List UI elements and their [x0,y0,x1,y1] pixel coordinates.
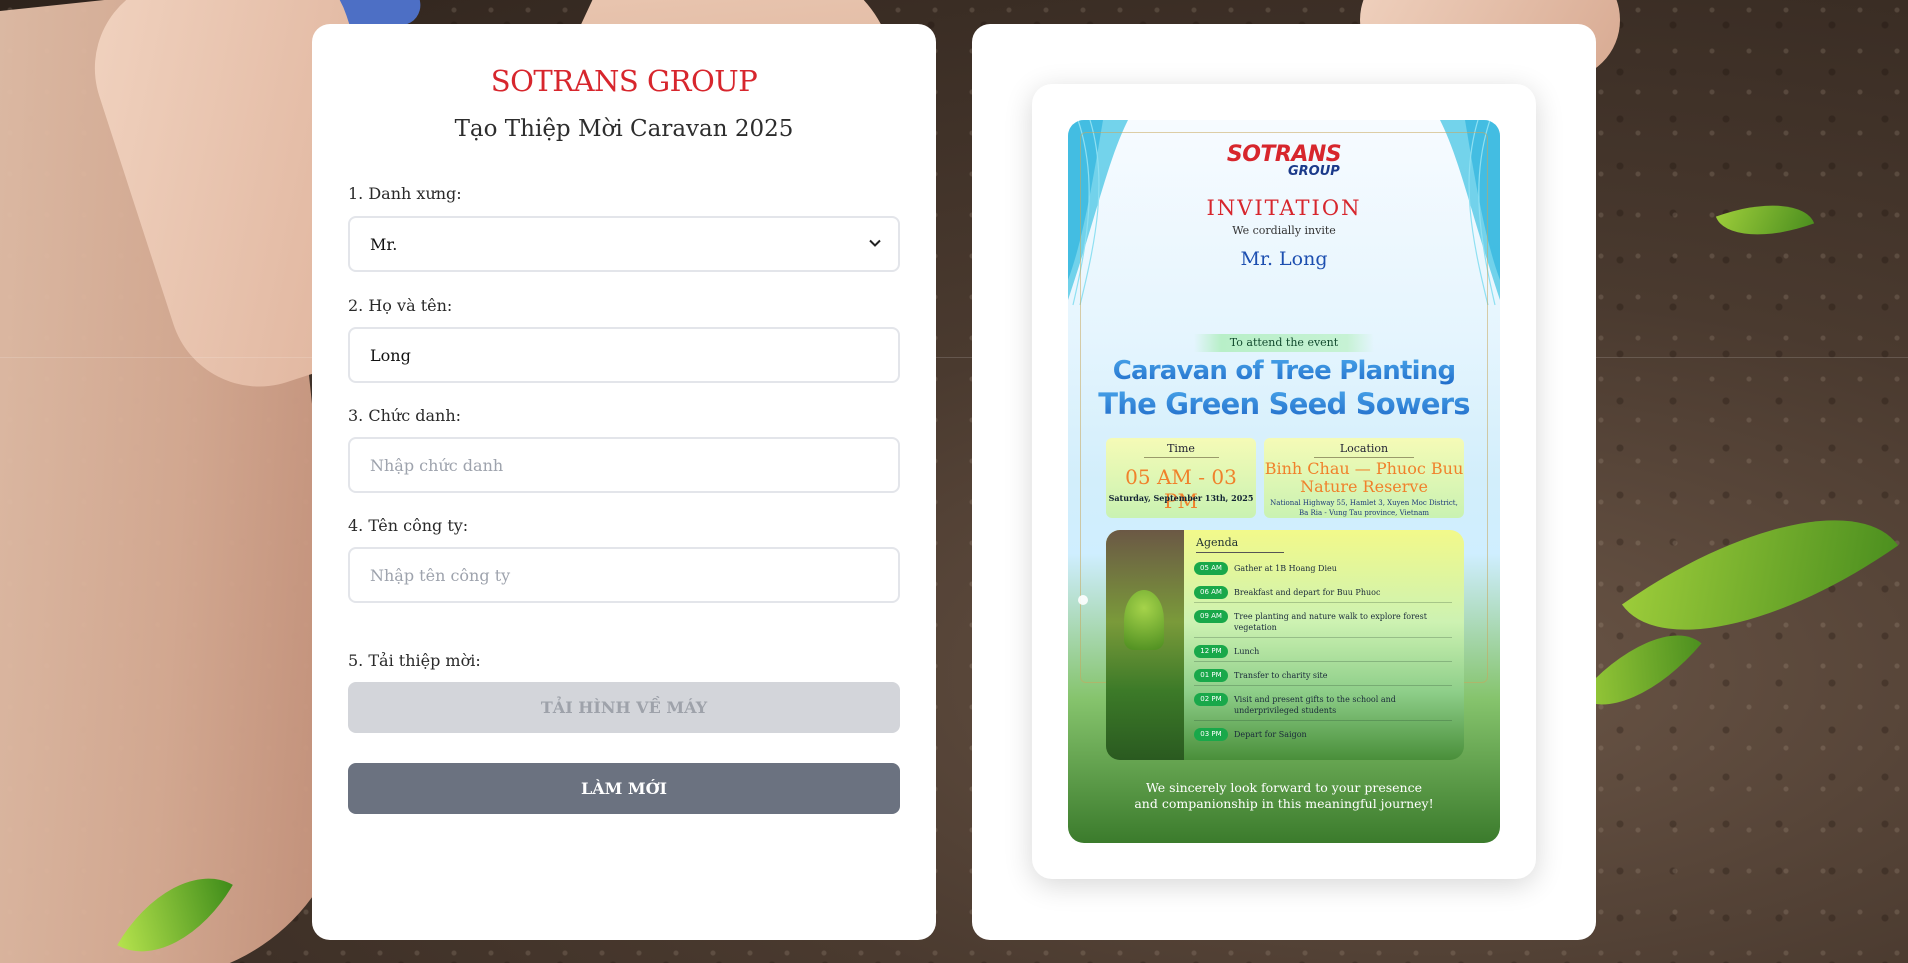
card-attend-ribbon: To attend the event [1194,334,1374,352]
chevron-down-icon [869,239,881,247]
download-image-button[interactable]: TẢI HÌNH VỀ MÁY [348,682,900,733]
card-guest-name: Mr. Long [1240,248,1328,270]
fullname-label: 2. Họ và tên: [348,296,453,315]
agenda-time-pill: 09 AM [1194,610,1228,623]
company-input[interactable]: Nhập tên công ty [348,547,900,603]
location-address-line2: Ba Ria - Vung Tau province, Vietnam [1298,509,1430,517]
invitation-card: SOTRANS GROUP INVITATION We cordially in… [1068,120,1500,843]
position-placeholder: Nhập chức danh [370,455,504,475]
sprout-photo [1106,530,1184,760]
brand-title: SOTRANS GROUP [490,64,758,98]
salutation-value: Mr. [370,234,398,254]
invitation-card-frame: SOTRANS GROUP INVITATION We cordially in… [1032,84,1536,879]
download-label: 5. Tải thiệp mời: [348,651,481,670]
card-agenda-box: Agenda 05 AM Gather at 1B Hoang Dieu 06 … [1106,530,1464,760]
salutation-label: 1. Danh xưng: [348,184,462,203]
time-date: Saturday, September 13th, 2025 [1108,493,1254,503]
card-location-box: Location Binh Chau — Phuoc Buu Nature Re… [1264,438,1464,518]
location-line2: Nature Reserve [1300,477,1428,496]
time-value: 05 AM - 03 PM [1125,465,1237,513]
agenda-text: Transfer to charity site [1234,671,1328,680]
agenda-title: Agenda [1196,536,1239,549]
decorative-dot [1078,595,1088,605]
card-closing-message: We sincerely look forward to your presen… [1068,780,1500,812]
location-address-line1: National Highway 55, Hamlet 3, Xuyen Moc… [1270,499,1458,507]
card-time-box: Time 05 AM - 03 PM Saturday, September 1… [1106,438,1256,518]
location-label: Location [1339,442,1389,455]
fullname-input[interactable]: Long [348,327,900,383]
closing-line1: We sincerely look forward to your presen… [1145,780,1423,795]
background-photo [0,0,1908,963]
agenda-time-pill: 03 PM [1194,728,1228,741]
card-logo-group: GROUP [1288,164,1340,179]
agenda-text: Breakfast and depart for Buu Phuoc [1234,588,1381,597]
agenda-time-pill: 12 PM [1194,645,1228,658]
invitation-form-panel: SOTRANS GROUP Tạo Thiệp Mời Caravan 2025… [312,24,936,940]
location-line1: Binh Chau — Phuoc Buu [1264,459,1464,478]
agenda-text: Tree planting and nature walk to explore… [1234,612,1427,632]
position-input[interactable]: Nhập chức danh [348,437,900,493]
company-placeholder: Nhập tên công ty [370,565,511,585]
closing-line2: and companionship in this meaningful jou… [1134,796,1434,811]
agenda-time-pill: 01 PM [1194,669,1228,682]
card-logo-sotrans: SOTRANS [1226,142,1342,167]
agenda-text: Lunch [1234,647,1260,656]
card-event-title-line2: The Green Seed Sowers [1068,387,1500,421]
time-label: Time [1167,442,1195,455]
location-name: Binh Chau — Phuoc Buu Nature Reserve [1264,460,1464,496]
card-cordial-text: We cordially invite [1232,224,1336,237]
agenda-time-pill: 02 PM [1194,693,1228,706]
invitation-preview-panel: SOTRANS GROUP INVITATION We cordially in… [972,24,1596,940]
form-title: Tạo Thiệp Mời Caravan 2025 [454,116,794,142]
agenda-time-pill: 06 AM [1194,586,1228,599]
location-address: National Highway 55, Hamlet 3, Xuyen Moc… [1264,498,1464,518]
agenda-text: Visit and present gifts to the school an… [1234,695,1396,715]
card-event-title-line1: Caravan of Tree Planting [1068,356,1500,386]
agenda-text: Depart for Saigon [1234,730,1307,739]
company-label: 4. Tên công ty: [348,516,469,535]
salutation-select[interactable]: Mr. [348,216,900,272]
fullname-value: Long [370,345,411,365]
agenda-text: Gather at 1B Hoang Dieu [1234,564,1337,573]
agenda-time-pill: 05 AM [1194,562,1228,575]
reset-button[interactable]: LÀM MỚI [348,763,900,814]
card-heading: INVITATION [1206,196,1362,220]
position-label: 3. Chức danh: [348,406,462,425]
